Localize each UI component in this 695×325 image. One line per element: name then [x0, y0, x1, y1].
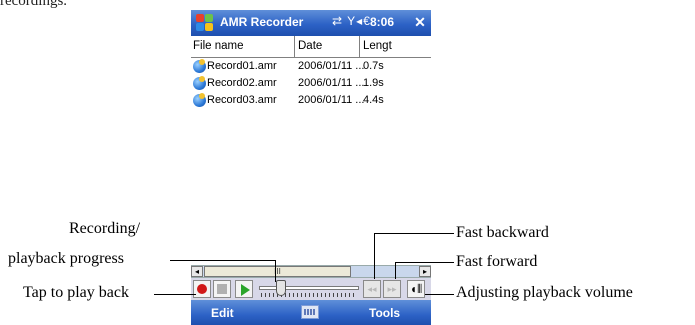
menu-edit[interactable]: Edit [211, 306, 234, 320]
column-file-name[interactable]: File name [191, 36, 295, 57]
file-length: 4.4s [363, 94, 384, 106]
clock[interactable]: 8:06 [370, 15, 394, 29]
file-length: 1.9s [363, 77, 384, 89]
file-name: Record02.amr [207, 77, 277, 89]
audio-file-icon [193, 76, 206, 90]
progress-slider[interactable] [259, 280, 359, 299]
callout-line-progress [170, 260, 275, 261]
callout-line-progress-down [275, 260, 276, 282]
keyboard-icon[interactable] [301, 305, 319, 319]
record-button[interactable] [193, 280, 211, 298]
callout-line-rew [374, 233, 454, 234]
annotation-volume: Adjusting playback volume [456, 284, 633, 301]
title-bar: AMR Recorder ⇄ Y◂€ 8:06 ✕ [191, 10, 431, 36]
fast-backward-button[interactable]: ◂◂ [363, 280, 381, 298]
annotation-fast-backward: Fast backward [456, 224, 549, 241]
fast-forward-button[interactable]: ▸▸ [383, 280, 401, 298]
callout-line-fwd-down [395, 262, 396, 279]
close-icon[interactable]: ✕ [411, 13, 429, 32]
progress-ticks [261, 293, 357, 297]
windows-start-icon[interactable] [195, 13, 215, 33]
scroll-left-icon[interactable]: ◂ [191, 266, 203, 277]
app-title: AMR Recorder [220, 15, 304, 29]
column-length[interactable]: Lengt [360, 36, 431, 57]
progress-track [259, 286, 359, 290]
file-date: 2006/01/11 ... [298, 94, 365, 106]
scroll-right-icon[interactable]: ▸ [419, 266, 431, 277]
list-item[interactable]: Record01.amr 2006/01/11 ... 0.7s [191, 58, 431, 75]
callout-line-play [154, 294, 196, 295]
scrollbar-thumb[interactable]: III [204, 266, 351, 277]
callout-line-rew-down [374, 233, 375, 279]
annotation-recording-progress-1: Recording/ [69, 220, 141, 237]
connectivity-status-icons[interactable]: ⇄ Y◂€ [332, 14, 371, 28]
menu-tools[interactable]: Tools [369, 306, 400, 320]
stop-button[interactable] [213, 280, 231, 298]
list-item[interactable]: Record03.amr 2006/01/11 ... 4.4s [191, 92, 431, 109]
file-date: 2006/01/11 ... [298, 60, 365, 72]
playback-controls: ◂◂ ▸▸ ◖⦀ [191, 277, 431, 300]
column-header: File name Date Lengt [191, 36, 431, 58]
audio-file-icon [193, 59, 206, 73]
volume-button[interactable]: ◖⦀ [407, 280, 425, 298]
top-caption: recordings. [0, 0, 68, 9]
progress-slider-thumb[interactable] [276, 280, 286, 296]
menu-bar: Edit Tools [191, 300, 431, 325]
play-button[interactable] [235, 280, 253, 298]
file-length: 0.7s [363, 60, 384, 72]
callout-line-volume [425, 294, 454, 295]
annotation-tap-to-play: Tap to play back [23, 284, 129, 301]
annotation-recording-progress-2: playback progress [8, 250, 124, 267]
column-date[interactable]: Date [295, 36, 360, 57]
callout-line-fwd [395, 262, 454, 263]
list-item[interactable]: Record02.amr 2006/01/11 ... 1.9s [191, 75, 431, 92]
audio-file-icon [193, 93, 206, 107]
annotation-fast-forward: Fast forward [456, 253, 538, 270]
file-name: Record01.amr [207, 60, 277, 72]
file-date: 2006/01/11 ... [298, 77, 365, 89]
file-name: Record03.amr [207, 94, 277, 106]
